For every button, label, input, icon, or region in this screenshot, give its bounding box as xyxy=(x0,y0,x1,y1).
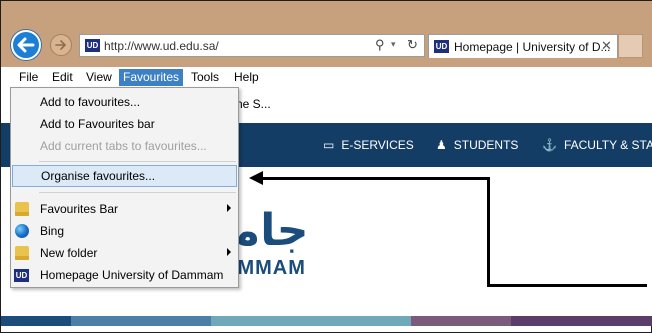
annotation-arrow-bottom xyxy=(487,284,647,287)
browser-tab[interactable]: UD Homepage | University of D... ✕ xyxy=(428,34,618,58)
nav-students-label: STUDENTS xyxy=(453,138,519,152)
back-button[interactable] xyxy=(11,30,41,60)
submenu-arrow-icon xyxy=(227,248,231,256)
folder-icon xyxy=(15,202,29,216)
address-bar[interactable]: UD http://www.ud.edu.sa/ ⚲ ▾ ↻ xyxy=(79,34,425,57)
nav-e-services[interactable]: ▭ E-SERVICES xyxy=(323,138,414,152)
menu-item-label: Add to favourites... xyxy=(40,95,141,109)
new-tab-button[interactable] xyxy=(618,34,643,58)
menu-favourites[interactable]: Favourites xyxy=(119,69,184,86)
menu-item-add-to-favourites[interactable]: Add to favourites... xyxy=(11,91,238,113)
menu-tools[interactable]: Tools xyxy=(187,69,223,86)
tab-favicon-icon: UD xyxy=(434,40,449,53)
favourites-menu: Add to favourites... Add to Favourites b… xyxy=(10,87,239,288)
menu-item-homepage-ud[interactable]: UD Homepage University of Dammam xyxy=(11,264,238,286)
forward-arrow-icon xyxy=(55,40,67,50)
menu-item-label: Organise favourites... xyxy=(41,169,156,183)
menu-item-new-folder[interactable]: New folder xyxy=(11,242,238,264)
nav-students[interactable]: ♟ STUDENTS xyxy=(436,138,518,152)
address-url[interactable]: http://www.ud.edu.sa/ xyxy=(104,39,219,53)
nav-e-services-label: E-SERVICES xyxy=(341,138,414,152)
nav-faculty-staff-label: FACULTY & STAFF xyxy=(563,138,652,152)
nav-faculty-staff[interactable]: ⚓ FACULTY & STAFF xyxy=(542,138,652,152)
back-arrow-icon xyxy=(17,37,35,53)
annotation-arrowhead-icon xyxy=(249,171,263,185)
menu-item-favourites-bar-folder[interactable]: Favourites Bar xyxy=(11,198,238,220)
menu-bar: File Edit View Favourites Tools Help xyxy=(1,67,652,87)
person-icon: ♟ xyxy=(436,138,447,152)
monitor-icon: ▭ xyxy=(323,138,335,152)
close-icon[interactable]: ✕ xyxy=(601,38,612,54)
menu-item-add-current-tabs: Add current tabs to favourites... xyxy=(11,135,238,157)
site-favicon-icon: UD xyxy=(85,39,100,52)
menu-item-bing[interactable]: Bing xyxy=(11,220,238,242)
ud-favicon-icon: UD xyxy=(14,269,29,282)
favourites-bar-link[interactable]: ne S... xyxy=(236,97,271,111)
color-stripe xyxy=(1,316,652,326)
anchor-icon: ⚓ xyxy=(542,138,557,152)
menu-help[interactable]: Help xyxy=(230,69,263,86)
menu-item-add-to-favourites-bar[interactable]: Add to Favourites bar xyxy=(11,113,238,135)
menu-separator xyxy=(39,161,236,162)
menu-item-label: Bing xyxy=(40,224,65,238)
submenu-arrow-icon xyxy=(227,204,231,212)
folder-icon xyxy=(15,246,29,260)
bing-icon xyxy=(15,224,29,238)
browser-title-bar: UD http://www.ud.edu.sa/ ⚲ ▾ ↻ UD Homepa… xyxy=(1,1,652,67)
menu-view[interactable]: View xyxy=(82,69,116,86)
menu-file[interactable]: File xyxy=(15,69,42,86)
menu-item-label: Add to Favourites bar xyxy=(40,117,155,131)
browser-window: UD http://www.ud.edu.sa/ ⚲ ▾ ↻ UD Homepa… xyxy=(0,0,652,333)
refresh-icon[interactable]: ↻ xyxy=(407,37,418,53)
annotation-arrow-vertical xyxy=(487,177,490,287)
menu-item-label: New folder xyxy=(40,246,98,260)
annotation-arrow-horizontal xyxy=(261,177,490,180)
menu-separator xyxy=(39,192,236,193)
menu-edit[interactable]: Edit xyxy=(48,69,77,86)
menu-item-organise-favourites[interactable]: Organise favourites... xyxy=(12,165,237,187)
forward-button[interactable] xyxy=(50,34,72,56)
menu-item-label: Add current tabs to favourites... xyxy=(40,139,207,153)
tab-title: Homepage | University of D... xyxy=(454,40,611,54)
search-icon[interactable]: ⚲ xyxy=(375,37,385,53)
menu-item-label: Homepage University of Dammam xyxy=(40,268,224,282)
menu-item-label: Favourites Bar xyxy=(40,202,119,216)
chevron-down-icon[interactable]: ▾ xyxy=(391,39,396,50)
